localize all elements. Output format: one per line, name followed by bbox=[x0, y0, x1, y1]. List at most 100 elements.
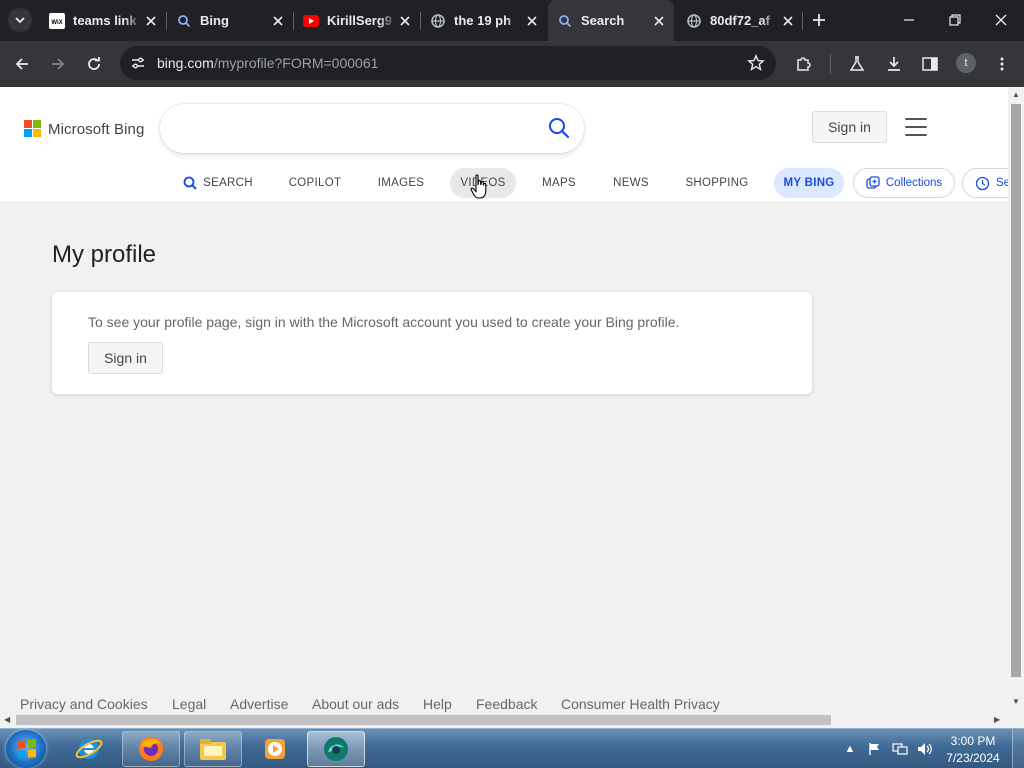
downloads-button[interactable] bbox=[882, 52, 906, 76]
browser-menu-button[interactable] bbox=[990, 52, 1014, 76]
card-sign-in-button[interactable]: Sign in bbox=[88, 342, 163, 374]
reload-button[interactable] bbox=[82, 52, 106, 76]
search-icon bbox=[183, 176, 197, 190]
scope-copilot[interactable]: COPILOT bbox=[282, 168, 348, 198]
footer-link-legal[interactable]: Legal bbox=[172, 696, 206, 712]
globe-icon bbox=[686, 13, 702, 29]
hamburger-menu-icon[interactable] bbox=[905, 118, 927, 136]
reload-icon bbox=[88, 57, 100, 70]
scope-shopping[interactable]: SHOPPING bbox=[680, 168, 754, 198]
close-icon[interactable] bbox=[650, 12, 668, 30]
site-info-icon[interactable] bbox=[128, 53, 148, 73]
scroll-down-arrow-icon[interactable]: ▼ bbox=[1012, 697, 1020, 706]
horizontal-scroll-thumb[interactable] bbox=[16, 715, 831, 725]
url-text: bing.com/myprofile?FORM=000061 bbox=[157, 55, 378, 71]
tab-80df72[interactable]: 80df72_af bbox=[677, 6, 803, 35]
windows-taskbar: ▲ 3:00 PM 7/23/2024 bbox=[0, 728, 1024, 768]
tab-strip: WiX teams link Bing KirillSerg9 the 19 p… bbox=[0, 0, 1024, 41]
scope-label: SEARCH bbox=[203, 177, 253, 189]
restore-icon bbox=[949, 14, 961, 26]
scope-maps[interactable]: MAPS bbox=[535, 168, 583, 198]
extensions-button[interactable] bbox=[792, 52, 816, 76]
scroll-right-arrow-icon[interactable]: ▶ bbox=[994, 715, 1000, 724]
tab-the-19-ph[interactable]: the 19 ph bbox=[421, 6, 547, 35]
labs-button[interactable] bbox=[845, 52, 869, 76]
tab-title: KirillSerg9 bbox=[327, 13, 393, 28]
tab-search-active[interactable]: Search bbox=[548, 0, 674, 41]
footer-link-advertise[interactable]: Advertise bbox=[230, 696, 288, 712]
footer-link-consumer-health[interactable]: Consumer Health Privacy bbox=[561, 696, 720, 712]
minimize-button[interactable] bbox=[895, 7, 923, 33]
close-icon[interactable] bbox=[142, 12, 160, 30]
close-icon[interactable] bbox=[779, 12, 797, 30]
vertical-scrollbar[interactable]: ▲ ▼ bbox=[1008, 87, 1024, 712]
bing-logo[interactable]: Microsoft Bing bbox=[24, 120, 144, 138]
system-tray: ▲ bbox=[842, 729, 942, 768]
media-player-icon[interactable] bbox=[246, 731, 304, 767]
bing-search-icon bbox=[176, 13, 192, 29]
internet-explorer-icon[interactable] bbox=[60, 731, 118, 767]
wix-icon: WiX bbox=[49, 12, 65, 29]
show-desktop-button[interactable] bbox=[1012, 729, 1024, 768]
scope-search[interactable]: SEARCH bbox=[176, 168, 260, 198]
close-window-button[interactable] bbox=[987, 7, 1015, 33]
forward-button[interactable] bbox=[46, 52, 70, 76]
windows-logo-icon bbox=[18, 739, 36, 759]
tab-teams-link[interactable]: WiX teams link bbox=[40, 6, 166, 35]
puzzle-icon bbox=[797, 57, 811, 71]
youtube-icon bbox=[303, 13, 319, 29]
action-center-flag-icon[interactable] bbox=[867, 741, 883, 757]
scroll-left-arrow-icon[interactable]: ◀ bbox=[4, 715, 10, 724]
show-hidden-icons-icon[interactable]: ▲ bbox=[842, 741, 858, 757]
scope-images[interactable]: IMAGES bbox=[372, 168, 430, 198]
collections-button[interactable]: Collections bbox=[853, 168, 955, 198]
tab-separator bbox=[802, 12, 803, 30]
url-host: bing.com bbox=[157, 55, 214, 71]
tab-search-button[interactable] bbox=[8, 8, 32, 32]
file-explorer-icon[interactable] bbox=[184, 731, 242, 767]
scope-my-bing[interactable]: MY BING bbox=[774, 168, 844, 198]
back-button[interactable] bbox=[10, 52, 34, 76]
start-button[interactable] bbox=[6, 730, 46, 768]
scope-news[interactable]: NEWS bbox=[606, 168, 656, 198]
search-box[interactable] bbox=[160, 104, 584, 153]
tab-title: Search bbox=[581, 13, 625, 28]
signin-message: To see your profile page, sign in with t… bbox=[88, 314, 680, 330]
globe-icon bbox=[430, 13, 446, 29]
tab-title: teams link bbox=[73, 13, 137, 28]
system-clock[interactable]: 3:00 PM 7/23/2024 bbox=[940, 733, 1006, 767]
close-icon[interactable] bbox=[523, 12, 541, 30]
scroll-up-arrow-icon[interactable]: ▲ bbox=[1012, 90, 1020, 99]
close-icon[interactable] bbox=[269, 12, 287, 30]
history-icon bbox=[975, 176, 990, 191]
close-icon[interactable] bbox=[396, 12, 414, 30]
sign-in-button[interactable]: Sign in bbox=[812, 111, 887, 143]
browser-app-icon[interactable] bbox=[307, 731, 365, 767]
vertical-scroll-thumb[interactable] bbox=[1011, 104, 1021, 677]
footer-link-privacy[interactable]: Privacy and Cookies bbox=[20, 696, 148, 712]
arrow-left-icon bbox=[15, 58, 28, 70]
bookmark-star-icon[interactable] bbox=[746, 53, 766, 73]
firefox-icon[interactable] bbox=[122, 731, 180, 767]
horizontal-scrollbar[interactable]: ◀ ▶ bbox=[0, 712, 1008, 728]
search-icon[interactable] bbox=[548, 117, 570, 139]
tab-title: 80df72_af bbox=[710, 13, 770, 28]
microsoft-logo-icon bbox=[24, 120, 42, 138]
side-panel-icon bbox=[922, 57, 938, 71]
page-title: My profile bbox=[52, 241, 157, 268]
footer-link-feedback[interactable]: Feedback bbox=[476, 696, 537, 712]
volume-icon[interactable] bbox=[917, 741, 933, 757]
tab-youtube[interactable]: KirillSerg9 bbox=[294, 6, 420, 35]
profile-avatar[interactable]: t bbox=[956, 53, 976, 73]
new-tab-button[interactable] bbox=[808, 9, 830, 31]
address-bar[interactable]: bing.com/myprofile?FORM=000061 bbox=[120, 46, 776, 80]
side-panel-button[interactable] bbox=[918, 52, 942, 76]
network-icon[interactable] bbox=[892, 741, 908, 757]
chevron-down-icon bbox=[15, 17, 25, 24]
footer-link-about-ads[interactable]: About our ads bbox=[312, 696, 399, 712]
search-input[interactable] bbox=[180, 116, 540, 140]
footer-link-help[interactable]: Help bbox=[423, 696, 452, 712]
restore-button[interactable] bbox=[941, 7, 969, 33]
clock-time: 3:00 PM bbox=[950, 734, 996, 748]
tab-bing[interactable]: Bing bbox=[167, 6, 293, 35]
